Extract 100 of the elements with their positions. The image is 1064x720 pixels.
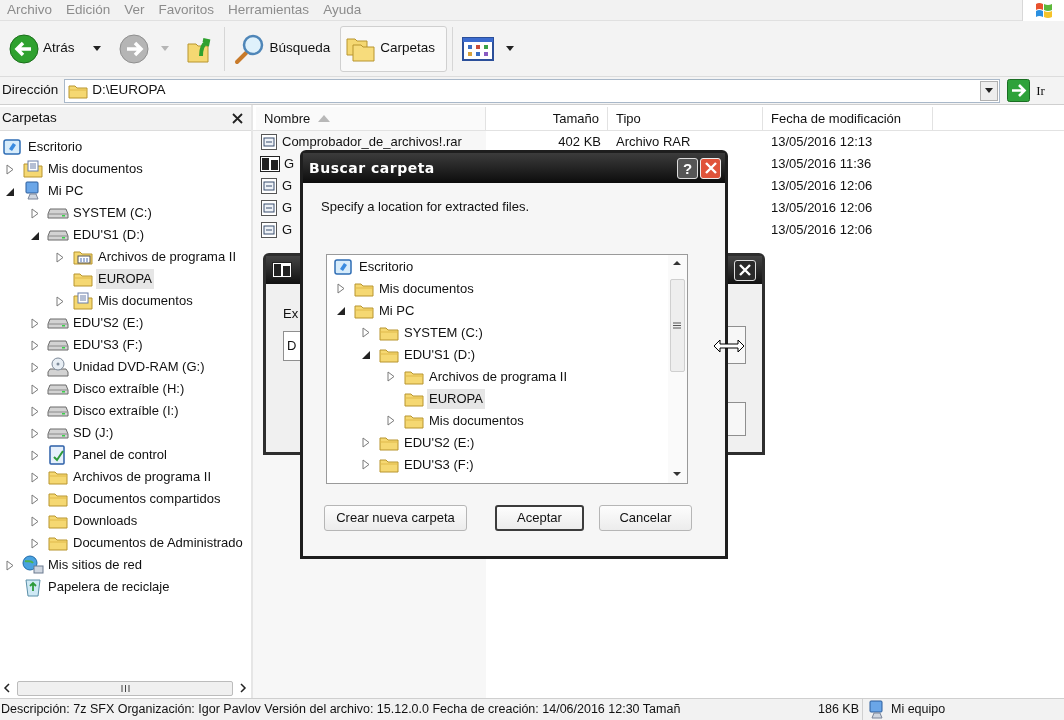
tree-item[interactable]: EDU'S1 (D:) <box>402 344 478 365</box>
expand-arrow-icon[interactable] <box>5 163 15 175</box>
tree-item[interactable]: Documentos compartidos <box>71 489 223 509</box>
expand-arrow-icon[interactable] <box>30 383 40 395</box>
expand-arrow-icon[interactable] <box>30 405 40 417</box>
disc-drive-icon <box>47 357 69 377</box>
expand-arrow-icon[interactable] <box>386 415 396 426</box>
folder-icon <box>48 469 68 485</box>
expand-arrow-icon[interactable] <box>361 437 371 448</box>
expand-arrow-icon[interactable] <box>30 317 40 329</box>
expand-arrow-icon[interactable] <box>30 449 40 461</box>
tree-item[interactable]: Mis documentos <box>46 159 145 179</box>
expand-arrow-icon[interactable] <box>336 283 346 294</box>
tree-item[interactable]: Documentos de Administrado <box>71 533 245 553</box>
expand-arrow-icon[interactable] <box>5 559 15 571</box>
archive-app-icon <box>260 156 280 172</box>
table-cell: 13/05/2016 12:13 <box>771 134 873 150</box>
dropdown-button[interactable] <box>980 80 999 101</box>
tree-item[interactable]: Mi PC <box>46 181 86 201</box>
recycle-bin-icon <box>24 577 42 597</box>
folder-icon <box>48 535 68 551</box>
tree-item[interactable]: Panel de control <box>71 445 169 465</box>
folder-icon <box>48 513 68 529</box>
caret-icon[interactable] <box>92 46 101 51</box>
expand-arrow-icon[interactable] <box>55 295 65 307</box>
views-icon <box>462 36 495 61</box>
tree-item[interactable]: EUROPA <box>427 388 485 409</box>
back-button[interactable]: Atrás <box>5 25 115 72</box>
close-button[interactable] <box>700 157 721 179</box>
address-field[interactable]: D:\EUROPA <box>64 78 1001 103</box>
expand-arrow-icon[interactable] <box>386 371 396 382</box>
folders-button[interactable]: Carpetas <box>340 25 448 72</box>
dialog-button[interactable]: Crear nueva carpeta <box>324 504 467 531</box>
expand-arrow-icon[interactable] <box>30 515 40 527</box>
collapse-arrow-icon[interactable] <box>361 349 371 360</box>
folder-icon <box>404 412 424 429</box>
file-name[interactable]: G <box>282 198 293 218</box>
scrollbar-thumb[interactable] <box>669 278 685 372</box>
tree-item[interactable]: Papelera de reciclaje <box>46 577 172 597</box>
file-name[interactable]: G <box>282 220 293 240</box>
folder-icon <box>379 434 399 451</box>
desktop-icon <box>334 257 354 276</box>
tree-item[interactable]: Mis sitios de red <box>46 555 144 575</box>
tree-item[interactable]: EDU'S3 (F:) <box>71 335 145 355</box>
drive-icon <box>47 405 69 417</box>
tree-item[interactable]: Unidad DVD-RAM (G:) <box>71 357 207 377</box>
tree-item[interactable]: Mis documentos <box>377 278 476 299</box>
expand-arrow-icon[interactable] <box>30 339 40 351</box>
close-button[interactable] <box>734 259 756 281</box>
dialog-title: Buscar carpeta <box>309 158 435 178</box>
column-header[interactable]: Nombre <box>256 107 486 130</box>
close-icon[interactable] <box>232 113 243 124</box>
expand-arrow-icon[interactable] <box>55 251 65 263</box>
expand-arrow-icon[interactable] <box>30 537 40 549</box>
tree-item[interactable]: SD (J:) <box>71 423 116 443</box>
tree-item[interactable]: EDU'S1 (D:) <box>71 225 147 245</box>
tree-item[interactable]: Archivos de programa II <box>71 467 213 487</box>
search-button[interactable]: Búsqueda <box>229 25 341 72</box>
caret-icon[interactable] <box>506 46 515 51</box>
expand-arrow-icon[interactable] <box>30 493 40 505</box>
expand-arrow-icon[interactable] <box>30 427 40 439</box>
file-name[interactable]: G <box>284 154 295 174</box>
tree-item[interactable]: SYSTEM (C:) <box>402 322 485 343</box>
tree-item[interactable]: Disco extraíble (I:) <box>71 401 181 421</box>
expand-arrow-icon[interactable] <box>361 459 371 470</box>
scrollbar-thumb[interactable] <box>17 680 233 696</box>
tree-item[interactable]: Archivos de programa II <box>96 247 238 267</box>
status-size: 186 KB <box>818 701 860 719</box>
folder-icon <box>404 390 424 407</box>
tree-item[interactable]: Escritorio <box>357 256 416 277</box>
pane-title: Carpetas <box>2 109 57 128</box>
folder-icon <box>73 271 93 287</box>
sort-arrow-icon <box>318 115 331 122</box>
collapse-arrow-icon[interactable] <box>336 305 346 316</box>
tree-item[interactable]: Disco extraíble (H:) <box>71 379 187 399</box>
file-name[interactable]: G <box>282 176 293 196</box>
caret-icon[interactable] <box>985 88 994 93</box>
expand-arrow-icon[interactable] <box>30 207 40 219</box>
dialog-button[interactable]: Aceptar <box>495 504 584 531</box>
tree-item[interactable]: SYSTEM (C:) <box>71 203 154 223</box>
tree-item[interactable]: EDU'S2 (E:) <box>402 432 477 453</box>
tree-item[interactable]: Mis documentos <box>427 410 526 431</box>
dialog-button[interactable]: Cancelar <box>599 504 692 531</box>
network-icon <box>22 555 44 575</box>
expand-arrow-icon[interactable] <box>30 471 40 483</box>
expand-arrow-icon[interactable] <box>30 361 40 373</box>
expand-arrow-icon[interactable] <box>361 327 371 338</box>
tree-item[interactable]: EDU'S2 (E:) <box>71 313 146 333</box>
help-button[interactable]: ? <box>677 157 698 179</box>
file-name[interactable]: Comprobador_de_archivos!.rar <box>282 132 462 152</box>
tree-item[interactable]: Escritorio <box>26 137 85 157</box>
desktop-icon <box>3 138 23 156</box>
tree-item[interactable]: Mi PC <box>377 300 417 321</box>
go-button[interactable]: Ir <box>1006 79 1046 102</box>
tree-item[interactable]: EDU'S3 (F:) <box>402 454 476 475</box>
tree-item[interactable]: Downloads <box>71 511 140 531</box>
tree-item[interactable]: EUROPA <box>96 269 154 289</box>
tree-item[interactable]: Mis documentos <box>96 291 195 311</box>
tree-item[interactable]: Archivos de programa II <box>427 366 569 387</box>
archive-app-icon <box>272 262 292 278</box>
